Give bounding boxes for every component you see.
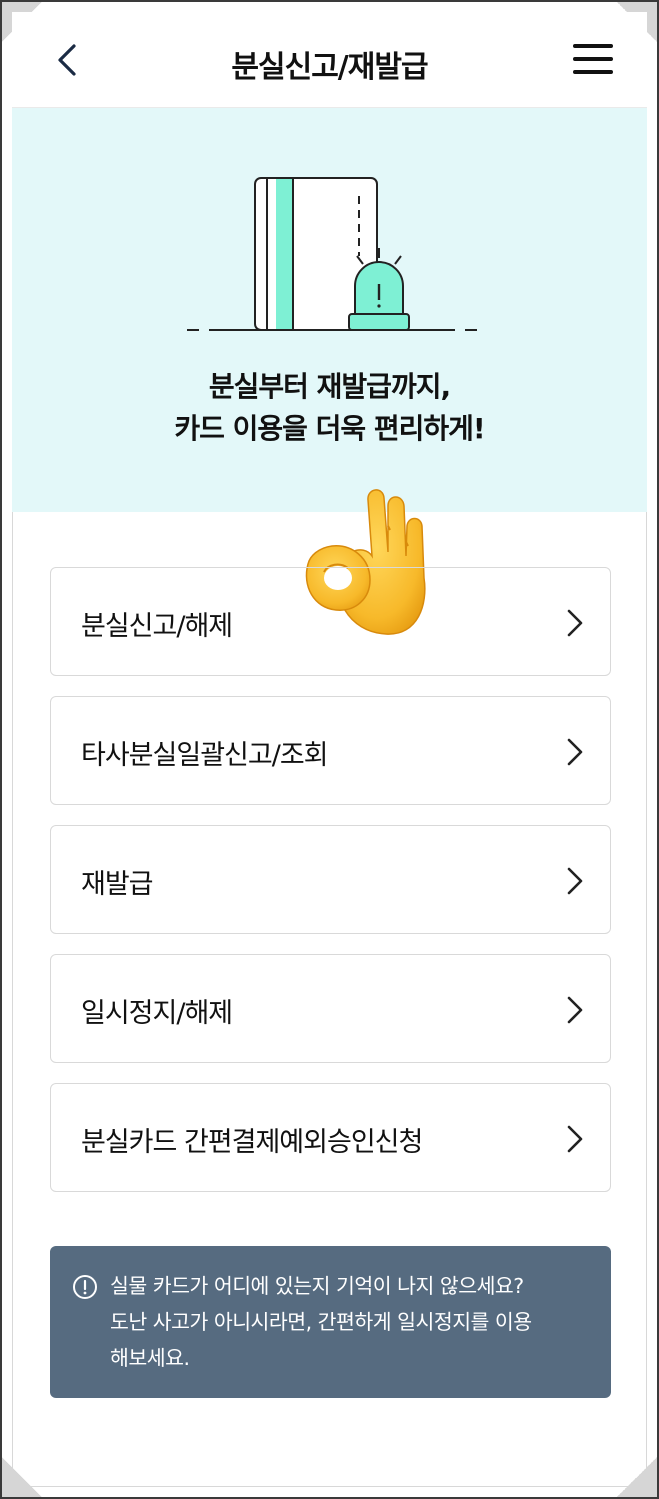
hero-banner: 분실부터 재발급까지, 카드 이용을 더욱 편리하게! [12, 108, 647, 512]
menu-list: 분실신고/해제 타사분실일괄신고/조회 재발급 일시정지/해제 분실카드 간편결… [50, 567, 611, 1212]
notice-line-3: 해보세요. [110, 1346, 190, 1370]
menu-item-easy-pay-exception[interactable]: 분실카드 간편결제예외승인신청 [50, 1083, 611, 1192]
info-circle-icon [73, 1275, 97, 1299]
menu-item-label: 타사분실일괄신고/조회 [81, 740, 328, 771]
corner-fold-bottom-right [617, 1457, 657, 1497]
menu-item-reissue[interactable]: 재발급 [50, 825, 611, 934]
notice-text: 실물 카드가 어디에 있는지 기억이 나지 않으세요? 도난 사고가 아니시라면… [110, 1268, 591, 1376]
chevron-right-icon [567, 738, 583, 766]
menu-item-other-company-report[interactable]: 타사분실일괄신고/조회 [50, 696, 611, 805]
hero-headline-line-2: 카드 이용을 더욱 편리하게! [174, 412, 485, 445]
hamburger-line [573, 70, 613, 74]
hero-headline-line-1: 분실부터 재발급까지, [208, 370, 451, 403]
corner-fold-bottom-left [2, 1457, 42, 1497]
hamburger-line [573, 57, 613, 61]
notice-box: 실물 카드가 어디에 있는지 기억이 나지 않으세요? 도난 사고가 아니시라면… [50, 1246, 611, 1398]
hamburger-menu-icon [573, 44, 613, 48]
chevron-right-icon [567, 996, 583, 1024]
menu-item-label: 분실신고/해제 [81, 611, 233, 642]
menu-item-label: 재발급 [81, 869, 154, 900]
app-header: 분실신고/재발급 [12, 12, 647, 108]
menu-item-label: 일시정지/해제 [81, 998, 233, 1029]
menu-item-label: 분실카드 간편결제예외승인신청 [81, 1127, 423, 1158]
hero-headline: 분실부터 재발급까지, 카드 이용을 더욱 편리하게! [12, 366, 647, 450]
card-alarm-illustration [187, 177, 477, 331]
notice-line-1: 실물 카드가 어디에 있는지 기억이 나지 않으세요? [110, 1274, 524, 1298]
menu-button[interactable] [573, 44, 613, 78]
page-title: 분실신고/재발급 [231, 50, 428, 85]
chevron-right-icon [567, 1125, 583, 1153]
chevron-right-icon [567, 867, 583, 895]
menu-item-suspend[interactable]: 일시정지/해제 [50, 954, 611, 1063]
menu-item-lost-report[interactable]: 분실신고/해제 [50, 567, 611, 676]
notice-line-2: 도난 사고가 아니시라면, 간편하게 일시정지를 이용 [110, 1310, 532, 1334]
chevron-right-icon [567, 609, 583, 637]
